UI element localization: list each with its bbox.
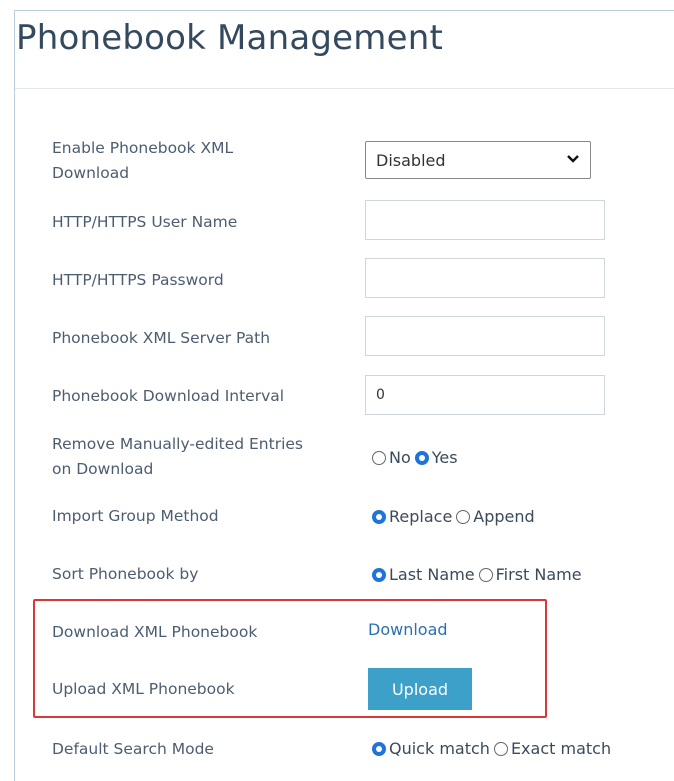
remove-manual-yes-label: Yes bbox=[431, 448, 458, 467]
remove-manual-no-radio[interactable] bbox=[372, 450, 386, 465]
import-group-label: Import Group Method bbox=[52, 507, 219, 525]
search-quick-match-radio[interactable] bbox=[372, 741, 386, 756]
download-link[interactable]: Download bbox=[368, 620, 448, 639]
import-group-radio-group: Replace Append bbox=[372, 507, 535, 526]
sort-by-label: Sort Phonebook by bbox=[52, 565, 199, 583]
search-mode-label: Default Search Mode bbox=[52, 740, 214, 758]
download-xml-label: Download XML Phonebook bbox=[52, 623, 258, 641]
search-mode-radio-group: Quick match Exact match bbox=[372, 739, 611, 758]
enable-xml-download-label-line1: Enable Phonebook XML bbox=[52, 139, 234, 157]
xml-server-path-label: Phonebook XML Server Path bbox=[52, 329, 271, 347]
sort-by-radio-group: Last Name First Name bbox=[372, 565, 582, 584]
import-group-replace-label: Replace bbox=[389, 507, 453, 526]
http-password-label: HTTP/HTTPS Password bbox=[52, 271, 224, 289]
import-group-append-label: Append bbox=[473, 507, 535, 526]
import-group-replace-radio[interactable] bbox=[372, 509, 386, 524]
upload-xml-label: Upload XML Phonebook bbox=[52, 680, 235, 698]
http-user-input[interactable] bbox=[365, 200, 605, 240]
enable-xml-download-label: Enable Phonebook XML Download bbox=[52, 136, 233, 186]
enable-xml-download-label-line2: Download bbox=[52, 164, 130, 182]
sort-first-name-radio[interactable] bbox=[478, 567, 493, 582]
xml-server-path-input[interactable] bbox=[365, 316, 605, 356]
http-user-label: HTTP/HTTPS User Name bbox=[52, 213, 238, 231]
sort-last-name-label: Last Name bbox=[389, 565, 475, 584]
sort-last-name-radio[interactable] bbox=[372, 567, 386, 582]
remove-manual-label: Remove Manually-edited Entries on Downlo… bbox=[52, 432, 303, 482]
search-quick-match-label: Quick match bbox=[389, 739, 490, 758]
search-exact-match-radio[interactable] bbox=[493, 741, 508, 756]
remove-manual-yes-radio[interactable] bbox=[414, 450, 429, 465]
remove-manual-no-label: No bbox=[389, 448, 411, 467]
remove-manual-radio-group: No Yes bbox=[372, 448, 458, 467]
enable-xml-download-select[interactable]: Disabled bbox=[365, 141, 591, 179]
sort-first-name-label: First Name bbox=[495, 565, 582, 584]
upload-button[interactable]: Upload bbox=[368, 668, 472, 710]
page-title: Phonebook Management bbox=[16, 18, 443, 58]
chevron-down-icon bbox=[567, 155, 579, 163]
import-group-append-radio[interactable] bbox=[456, 509, 471, 524]
enable-xml-download-value: Disabled bbox=[376, 150, 446, 170]
remove-manual-label-line1: Remove Manually-edited Entries bbox=[52, 435, 303, 453]
download-interval-input[interactable]: 0 bbox=[365, 375, 605, 415]
remove-manual-label-line2: on Download bbox=[52, 460, 154, 478]
download-interval-label: Phonebook Download Interval bbox=[52, 387, 285, 405]
http-password-input[interactable] bbox=[365, 258, 605, 298]
title-divider bbox=[15, 88, 674, 89]
search-exact-match-label: Exact match bbox=[510, 739, 612, 758]
